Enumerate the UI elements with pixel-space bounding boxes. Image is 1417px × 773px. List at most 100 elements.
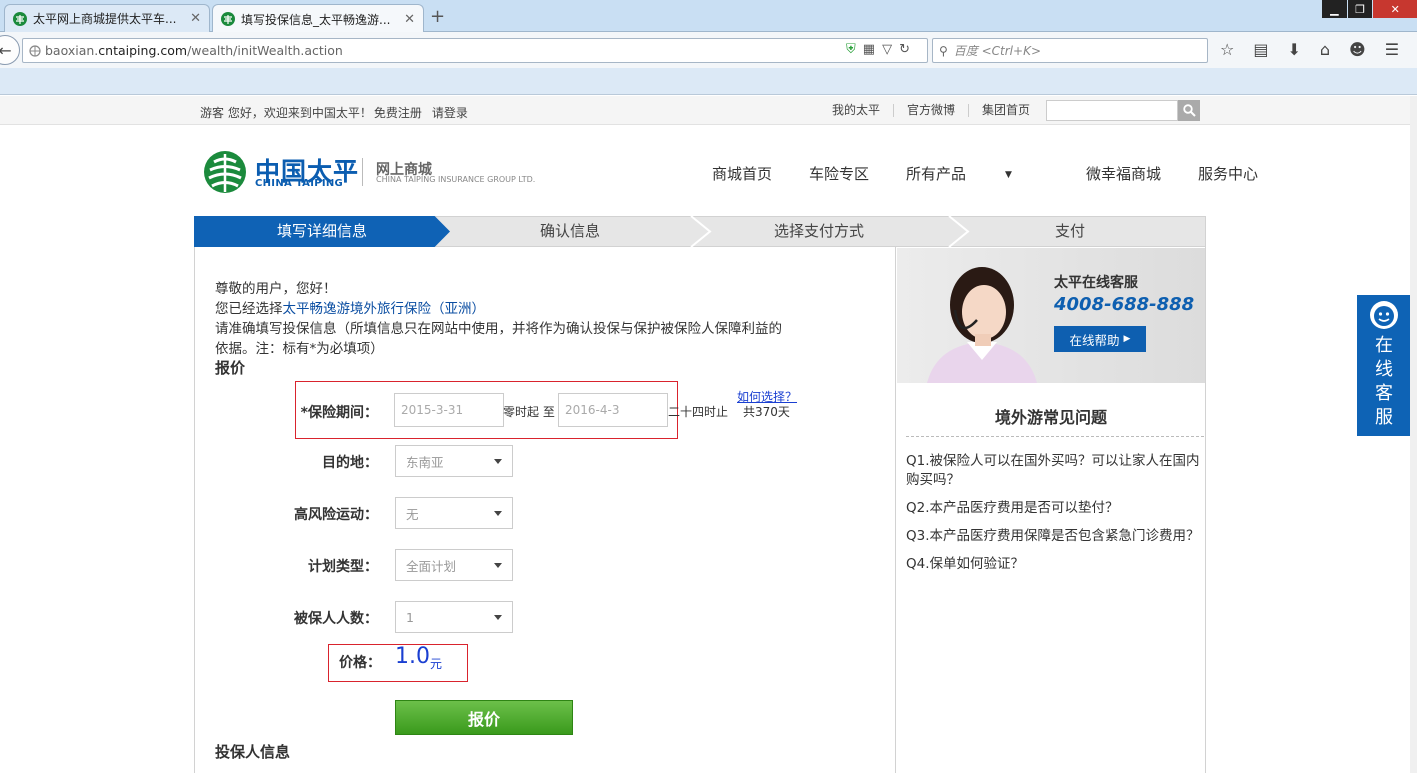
step-select-payment: 选择支付方式 [773, 222, 864, 240]
dropdown-icon[interactable]: ▽ [882, 42, 892, 57]
nav-auto-insurance[interactable]: 车险专区 [809, 163, 869, 184]
quote-section-title: 报价 [215, 359, 246, 377]
cs-phone: 4008-688-888 [1054, 294, 1195, 315]
welcome-bar: 游客 您好，欢迎来到中国太平！ 免费注册 请登录 [200, 104, 468, 121]
minimize-icon[interactable]: ▁ [1322, 0, 1347, 18]
url-prefix: baoxian. [45, 43, 99, 58]
tab-title: 太平网上商城提供太平车... [33, 12, 177, 26]
group-home-link[interactable]: 集团首页 [968, 104, 1043, 117]
register-link[interactable]: 免费注册 [374, 104, 422, 121]
faq-item[interactable]: Q2.本产品医疗费用是否可以垫付？ [906, 499, 1200, 518]
close-tab-icon[interactable]: ✕ [190, 11, 201, 26]
home-icon[interactable]: ⌂ [1320, 40, 1330, 59]
step-fill-details: 填写详细信息 [276, 222, 367, 240]
nav-all-products[interactable]: 所有产品 ▼ [906, 163, 1049, 184]
menu-icon[interactable]: ☰ [1385, 40, 1399, 59]
download-icon[interactable]: ⬇ [1287, 40, 1300, 59]
browser-toolbar-icons: ☆ ▤ ⬇ ⌂ ☻ ☰ [1220, 40, 1399, 59]
faq-item[interactable]: Q4.保单如何验证？ [906, 555, 1200, 574]
faq-title: 境外游常见问题 [994, 408, 1107, 427]
site-search-button[interactable] [1178, 100, 1200, 121]
page-scrollbar[interactable] [1410, 96, 1417, 773]
logo-divider [362, 158, 363, 186]
step-divider-icon [948, 216, 970, 247]
destination-select[interactable]: 东南亚 [395, 445, 513, 477]
new-tab-icon[interactable]: + [430, 6, 445, 27]
float-char: 线 [1375, 359, 1393, 380]
address-bar[interactable]: baoxian. cntaiping.com/wealth/initWealth.… [22, 38, 928, 63]
login-link[interactable]: 请登录 [432, 104, 468, 121]
nav-service-center[interactable]: 服务中心 [1198, 163, 1258, 184]
policy-holder-section-title: 投保人信息 [215, 743, 291, 761]
plan-type-select[interactable]: 全面计划 [395, 549, 513, 581]
tab-title: 填写投保信息_太平畅逸游... [241, 12, 391, 27]
qr-code-icon[interactable]: ▦ [863, 42, 875, 57]
online-help-label: 在线帮助 [1069, 332, 1120, 348]
float-char: 客 [1375, 383, 1393, 404]
arrow-right-icon: ▶ [1123, 334, 1131, 344]
maximize-icon[interactable]: ❐ [1347, 0, 1373, 18]
shield-icon[interactable]: ⛨ [846, 42, 856, 57]
taiping-favicon-icon [221, 12, 235, 26]
browser-tab[interactable]: 太平网上商城提供太平车... ✕ [4, 4, 210, 32]
faq-item[interactable]: Q3.本产品医疗费用保障是否包含紧急门诊费用？ [906, 527, 1200, 546]
end-text: 二十四时止 [668, 405, 729, 419]
greeting: 尊敬的用户，您好！ [215, 281, 337, 297]
step-payment: 支付 [1054, 222, 1085, 240]
browser-search-bar[interactable]: ⚲ 百度 <Ctrl+K> [932, 38, 1208, 63]
taiping-logo-icon [204, 151, 246, 193]
risk-sport-value: 无 [406, 506, 419, 522]
search-icon: ⚲ [939, 43, 948, 58]
floating-online-service[interactable]: 在 线 客 服 [1357, 295, 1411, 436]
price-label: 价格： [339, 655, 381, 671]
start-date-input[interactable]: 2015-3-31 [394, 393, 504, 427]
logo-subtitle-english: CHINA TAIPING INSURANCE GROUP LTD. [376, 175, 536, 184]
globe-icon [29, 45, 41, 57]
nav-all-products-label: 所有产品 [906, 165, 967, 183]
dropdown-arrow-icon [494, 614, 502, 620]
url-path: /wealth/initWealth.action [187, 43, 343, 58]
reload-icon[interactable]: ↻ [899, 42, 910, 57]
online-help-button[interactable]: 在线帮助 ▶ [1054, 326, 1146, 352]
quote-button[interactable]: 报价 [395, 700, 573, 735]
nav-happiness-mall[interactable]: 微幸福商城 [1086, 163, 1161, 184]
faq-list: Q1.被保险人可以在国外买吗？可以让家人在国内购买吗？ Q2.本产品医疗费用是否… [906, 452, 1200, 583]
site-search-input[interactable] [1046, 100, 1178, 121]
official-weibo-link[interactable]: 官方微博 [893, 104, 968, 117]
dropdown-arrow-icon [494, 562, 502, 568]
faq-item[interactable]: Q1.被保险人可以在国外买吗？可以让家人在国内购买吗？ [906, 452, 1200, 490]
price-value: 1.0 [395, 644, 430, 669]
my-taiping-link[interactable]: 我的太平 [832, 104, 893, 117]
welcome-text: 游客 您好，欢迎来到中国太平！ [200, 106, 372, 120]
plan-type-value: 全面计划 [406, 558, 457, 574]
plan-type-label: 计划类型： [308, 559, 378, 575]
selected-prefix: 您已经选择 [215, 301, 283, 317]
destination-label: 目的地： [322, 455, 378, 471]
nav-mall-home[interactable]: 商城首页 [712, 163, 772, 184]
end-date-input[interactable]: 2016-4-3 [558, 393, 668, 427]
close-tab-icon[interactable]: ✕ [404, 12, 415, 27]
insured-count-select[interactable]: 1 [395, 601, 513, 633]
dropdown-arrow-icon [494, 510, 502, 516]
bookmarks-bar [0, 68, 1417, 95]
search-icon [1182, 104, 1196, 117]
float-char: 在 [1375, 335, 1393, 356]
destination-value: 东南亚 [406, 454, 444, 470]
intro-text: 尊敬的用户，您好！ 您已经选择太平畅逸游境外旅行保险（亚洲） 请准确填写投保信息… [215, 279, 785, 359]
risk-sport-select[interactable]: 无 [395, 497, 513, 529]
close-window-icon[interactable]: ✕ [1373, 0, 1417, 18]
browser-tab-active[interactable]: 填写投保信息_太平畅逸游... ✕ [212, 4, 424, 33]
risk-sport-label: 高风险运动： [294, 507, 378, 523]
url-domain: cntaiping.com [98, 43, 188, 58]
reading-list-icon[interactable]: ▤ [1253, 40, 1268, 59]
selected-product-line: 您已经选择太平畅逸游境外旅行保险（亚洲） [215, 299, 785, 319]
chat-icon[interactable]: ☻ [1349, 40, 1366, 59]
faq-divider [906, 436, 1204, 437]
taiping-favicon-icon [13, 11, 27, 26]
product-name-link[interactable]: 太平畅逸游境外旅行保险（亚洲） [283, 301, 486, 317]
bookmark-star-icon[interactable]: ☆ [1220, 40, 1234, 59]
total-days: 共370天 [743, 405, 790, 419]
from-text: 零时起 至 [503, 405, 555, 419]
customer-service-agent-image [927, 267, 1037, 383]
dropdown-arrow-icon [494, 458, 502, 464]
